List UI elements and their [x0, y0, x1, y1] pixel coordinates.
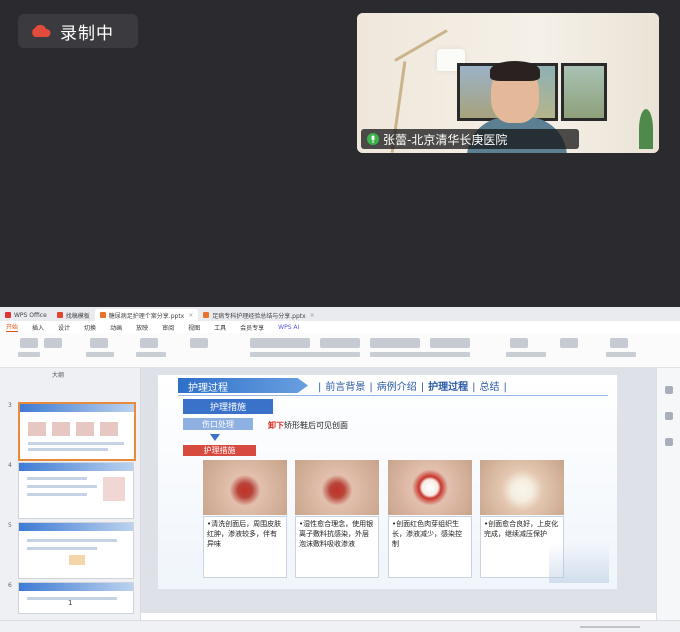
wound-photo	[388, 460, 472, 515]
measure-card: •清洗创面后，周围皮肤红肿，渗液较多，伴有异味	[203, 516, 287, 578]
slide-thumbnail[interactable]	[18, 462, 134, 519]
menubar: 开始 插入 设计 切换 动画 放映 审阅 视图 工具 会员专享 WPS AI	[0, 321, 680, 333]
menu-home[interactable]: 开始	[6, 322, 19, 332]
tab-templates[interactable]: 找稿模板	[52, 309, 95, 321]
measure-card: •创面红色肉芽组织生长，渗液减少，感染控制	[388, 516, 472, 578]
menu-design[interactable]: 设计	[58, 323, 70, 332]
font-selector[interactable]	[250, 338, 310, 348]
participant-name: 张蕾-北京清华长庚医院	[383, 132, 508, 147]
page-number: 1	[68, 599, 73, 607]
menu-tools[interactable]: 工具	[214, 323, 226, 332]
menu-view[interactable]: 视图	[188, 323, 200, 332]
recording-badge[interactable]: 录制中	[18, 14, 138, 48]
slide-canvas: 护理过程 | 前言背景 | 病例介绍 | 护理过程 | 总结 | 护理措施 伤口处理 卸下矫形鞋…	[141, 368, 656, 613]
wound-photo	[203, 460, 287, 515]
ribbon-toolbar	[0, 333, 680, 368]
new-slide-icon[interactable]	[90, 338, 108, 348]
tab-presentation-1[interactable]: 糖尿病足护理个案分享.pptx ×	[94, 309, 199, 321]
menu-slideshow[interactable]: 放映	[136, 323, 148, 332]
slide-thumbnail[interactable]	[18, 522, 134, 579]
cut-icon[interactable]	[44, 338, 62, 348]
heading-nursing: 护理措施	[183, 399, 273, 414]
tab-wps[interactable]: WPS Office	[0, 309, 52, 321]
menu-member[interactable]: 会员专享	[240, 323, 264, 332]
cloud-icon	[32, 24, 51, 37]
section-icon[interactable]	[190, 338, 208, 348]
right-tool-panel	[656, 368, 680, 620]
wound-photo	[295, 460, 379, 515]
align-tools[interactable]	[430, 338, 470, 348]
arrow-down-icon	[210, 434, 220, 441]
section-title: 护理过程	[188, 383, 228, 394]
comments-icon[interactable]	[665, 438, 673, 446]
subheading-wound: 伤口处理	[183, 418, 253, 430]
wound-note: 卸下矫形鞋后可见创面	[268, 421, 348, 430]
wound-photo	[480, 460, 564, 515]
label-measures: 护理措施	[183, 445, 256, 456]
slide-thumbnail[interactable]	[18, 402, 136, 461]
menu-animation[interactable]: 动画	[110, 323, 122, 332]
animation-icon[interactable]	[665, 412, 673, 420]
slide-thumbnail[interactable]	[18, 582, 134, 614]
shape-icon[interactable]	[510, 338, 528, 348]
notes-area[interactable]	[141, 613, 656, 620]
layout-icon[interactable]	[140, 338, 158, 348]
menu-wps-ai[interactable]: WPS AI	[278, 324, 299, 331]
find-icon[interactable]	[610, 338, 628, 348]
font-size-selector[interactable]	[320, 338, 360, 348]
slide-thumbnail-panel: 大纲 3 4 5 6	[0, 368, 141, 620]
properties-icon[interactable]	[665, 386, 673, 394]
zoom-slider[interactable]	[580, 626, 640, 628]
paste-icon[interactable]	[20, 338, 38, 348]
paragraph-tools[interactable]	[370, 338, 420, 348]
menu-transition[interactable]: 切换	[84, 323, 96, 332]
tab-presentation-2[interactable]: 足病专科护理经验总结与分享.pptx ×	[198, 309, 319, 321]
arrange-icon[interactable]	[560, 338, 578, 348]
outline-tab[interactable]: 大纲	[52, 370, 64, 379]
shared-screen: WPS Office 找稿模板 糖尿病足护理个案分享.pptx × 足病专科护理经…	[0, 307, 680, 632]
participant-namebar: 张蕾-北京清华长庚医院	[361, 129, 579, 149]
menu-review[interactable]: 审阅	[162, 323, 174, 332]
measure-card: •湿性愈合理念，使用银离子敷料抗感染，外层泡沫敷料吸收渗液	[295, 516, 379, 578]
current-slide[interactable]: 护理过程 | 前言背景 | 病例介绍 | 护理过程 | 总结 | 护理措施 伤口处理 卸下矫形鞋…	[158, 375, 617, 589]
recording-label: 录制中	[60, 23, 114, 44]
app-tabbar: WPS Office 找稿模板 糖尿病足护理个案分享.pptx × 足病专科护理经…	[0, 307, 680, 321]
menu-insert[interactable]: 插入	[32, 323, 44, 332]
microphone-icon	[367, 133, 379, 145]
slide-nav-tabs: | 前言背景 | 病例介绍 | 护理过程 | 总结 |	[318, 382, 507, 393]
status-bar	[0, 620, 680, 632]
participant-video[interactable]: 张蕾-北京清华长庚医院	[357, 13, 659, 153]
